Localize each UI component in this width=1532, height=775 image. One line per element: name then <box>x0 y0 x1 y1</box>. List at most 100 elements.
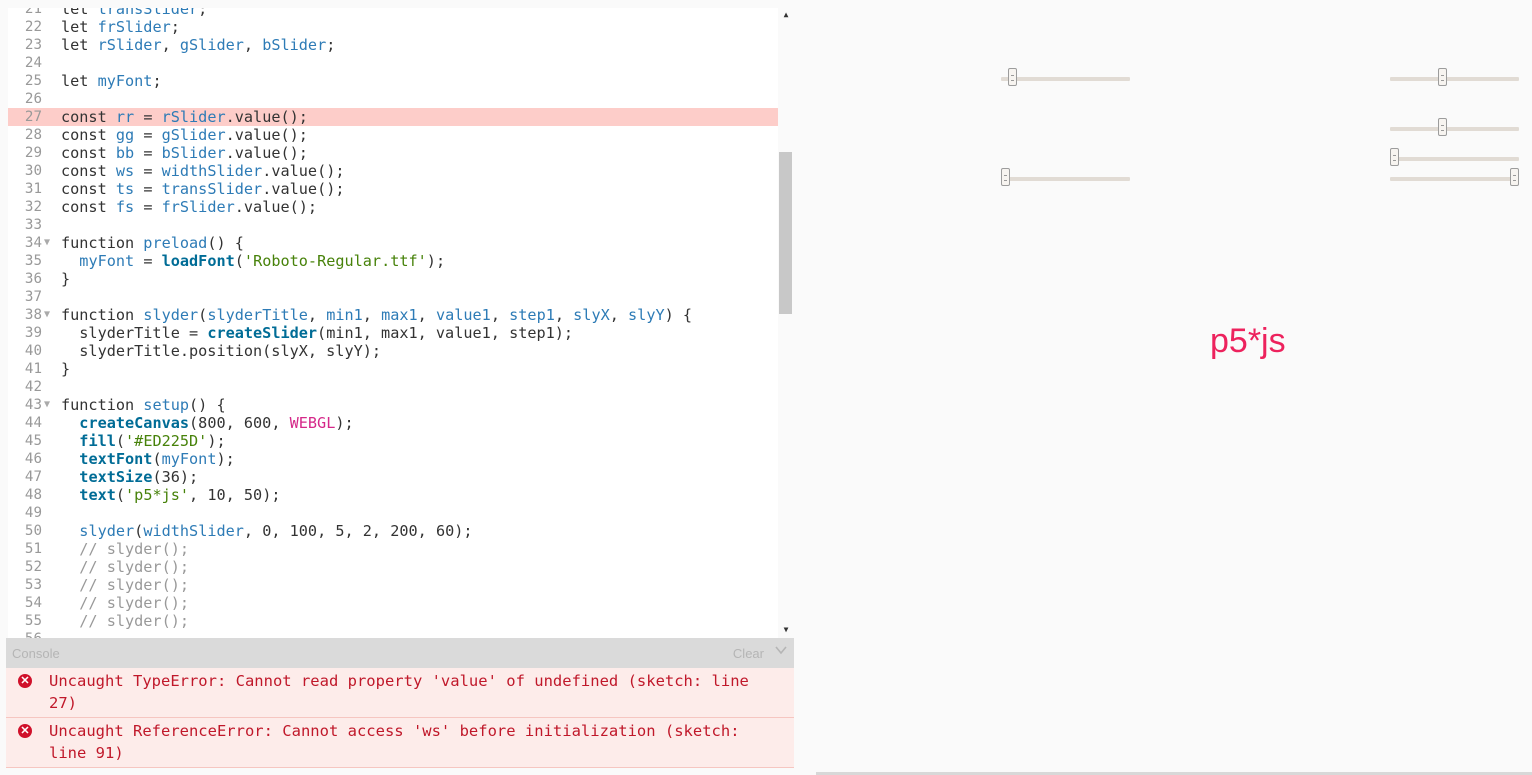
fold-arrow-icon[interactable]: ▼ <box>44 306 56 324</box>
code-line[interactable]: 24 <box>8 54 778 72</box>
console-title: Console <box>12 646 60 661</box>
code-text: let myFont; <box>61 72 162 90</box>
line-number: 34 <box>24 235 42 251</box>
code-text: let transSlider; <box>61 8 208 18</box>
scroll-down-arrow-icon[interactable]: ▼ <box>778 625 794 634</box>
line-number: 42 <box>24 379 42 395</box>
code-line[interactable]: 49 <box>8 504 778 522</box>
code-line[interactable]: 30 const ws = widthSlider.value(); <box>8 162 778 180</box>
code-line[interactable]: 35 myFont = loadFont('Roboto-Regular.ttf… <box>8 252 778 270</box>
line-number: 47 <box>24 469 42 485</box>
code-text: slyder(widthSlider, 0, 100, 5, 2, 200, 6… <box>79 522 473 540</box>
slider-2[interactable] <box>1390 68 1519 86</box>
slider-3[interactable] <box>1390 118 1519 136</box>
code-line[interactable]: 32 const fs = frSlider.value(); <box>8 198 778 216</box>
scroll-thumb[interactable] <box>779 152 792 314</box>
code-line[interactable]: 22 let frSlider; <box>8 18 778 36</box>
code-line[interactable]: 52 // slyder(); <box>8 558 778 576</box>
code-line[interactable]: 42 <box>8 378 778 396</box>
code-text: const rr = rSlider.value(); <box>61 108 308 126</box>
editor-scrollbar[interactable]: ▲ ▼ <box>778 8 794 638</box>
code-line[interactable]: 21 let transSlider; <box>8 8 778 18</box>
line-number: 44 <box>24 415 42 431</box>
code-line[interactable]: 40 slyderTitle.position(slyX, slyY); <box>8 342 778 360</box>
code-line[interactable]: 33 <box>8 216 778 234</box>
code-text: const fs = frSlider.value(); <box>61 198 318 216</box>
code-text: // slyder(); <box>61 558 190 576</box>
code-text: // slyder(); <box>61 612 190 630</box>
slider-5[interactable] <box>1001 168 1130 186</box>
code-line[interactable]: 45 fill('#ED225D'); <box>8 432 778 450</box>
code-line[interactable]: 37 <box>8 288 778 306</box>
code-line[interactable]: 51 // slyder(); <box>8 540 778 558</box>
code-text: } <box>61 360 71 378</box>
code-line[interactable]: 26 <box>8 90 778 108</box>
code-editor[interactable]: 21 let transSlider; 22 let frSlider; 23 let r… <box>0 0 794 638</box>
line-number: 28 <box>24 127 42 143</box>
line-number: 31 <box>24 181 42 197</box>
code-line[interactable]: 25 let myFont; <box>8 72 778 90</box>
slider-thumb <box>1510 168 1519 186</box>
sketch-preview: p5*js <box>798 0 1532 775</box>
slider-4[interactable] <box>1390 148 1519 166</box>
code-line[interactable]: 39 slyderTitle = createSlider(min1, max1… <box>8 324 778 342</box>
slider-thumb <box>1001 168 1010 186</box>
chevron-down-icon[interactable] <box>774 643 788 657</box>
code-line[interactable]: 38 ▼ function slyder(slyderTitle, min1, ma… <box>8 306 778 324</box>
line-number: 41 <box>24 361 42 377</box>
code-text: // slyder(); <box>61 540 190 558</box>
line-number: 33 <box>24 217 42 233</box>
code-line[interactable]: 47 textSize(36); <box>8 468 778 486</box>
line-number: 40 <box>24 343 42 359</box>
line-number: 37 <box>24 289 42 305</box>
code-line[interactable]: 55 // slyder(); <box>8 612 778 630</box>
line-number: 53 <box>24 577 42 593</box>
code-line[interactable]: 28 const gg = gSlider.value(); <box>8 126 778 144</box>
slider-6[interactable] <box>1390 168 1519 186</box>
line-number: 51 <box>24 541 42 557</box>
console-header: Console Clear <box>6 638 794 668</box>
line-number: 45 <box>24 433 42 449</box>
console-clear-button[interactable]: Clear <box>733 646 764 661</box>
code-text: const ws = widthSlider.value(); <box>61 162 345 180</box>
code-text: const ts = transSlider.value(); <box>61 180 345 198</box>
code-text: textSize(36); <box>79 468 199 486</box>
code-line[interactable]: 23 let rSlider, gSlider, bSlider; <box>8 36 778 54</box>
code-area[interactable]: 21 let transSlider; 22 let frSlider; 23 let r… <box>8 8 778 638</box>
code-line[interactable]: 48 text('p5*js', 10, 50); <box>8 486 778 504</box>
code-line[interactable]: 41} <box>8 360 778 378</box>
error-icon: ✕ <box>18 674 32 688</box>
scroll-up-arrow-icon[interactable]: ▲ <box>778 10 794 19</box>
line-number: 26 <box>24 91 42 107</box>
code-text: myFont = loadFont('Roboto-Regular.ttf'); <box>79 252 446 270</box>
code-line[interactable]: 46 textFont(myFont); <box>8 450 778 468</box>
slider-1[interactable] <box>1001 68 1130 86</box>
code-line[interactable]: 56 <box>8 630 778 638</box>
fold-arrow-icon[interactable]: ▼ <box>44 234 56 252</box>
line-number: 29 <box>24 145 42 161</box>
line-number: 22 <box>24 19 42 35</box>
code-text: let frSlider; <box>61 18 180 36</box>
line-number: 35 <box>24 253 42 269</box>
code-line[interactable]: 53 // slyder(); <box>8 576 778 594</box>
code-line[interactable]: 31 const ts = transSlider.value(); <box>8 180 778 198</box>
code-line[interactable]: 44 createCanvas(800, 600, WEBGL); <box>8 414 778 432</box>
code-line[interactable]: 54 // slyder(); <box>8 594 778 612</box>
error-icon: ✕ <box>18 724 32 738</box>
code-line[interactable]: 36} <box>8 270 778 288</box>
code-text: function preload() { <box>61 234 244 252</box>
line-number: 48 <box>24 487 42 503</box>
code-line[interactable]: 34 ▼ function preload() { <box>8 234 778 252</box>
code-line[interactable]: 29 const bb = bSlider.value(); <box>8 144 778 162</box>
code-line[interactable]: 50 slyder(widthSlider, 0, 100, 5, 2, 200… <box>8 522 778 540</box>
line-number: 55 <box>24 613 42 629</box>
fold-arrow-icon[interactable]: ▼ <box>44 396 56 414</box>
line-number: 21 <box>24 8 42 17</box>
code-text: } <box>61 270 71 288</box>
line-number: 38 <box>24 307 42 323</box>
code-line-error[interactable]: 27 const rr = rSlider.value(); <box>8 108 778 126</box>
line-number: 30 <box>24 163 42 179</box>
line-number: 52 <box>24 559 42 575</box>
code-line[interactable]: 43 ▼ function setup() { <box>8 396 778 414</box>
line-number: 56 <box>8 630 42 638</box>
